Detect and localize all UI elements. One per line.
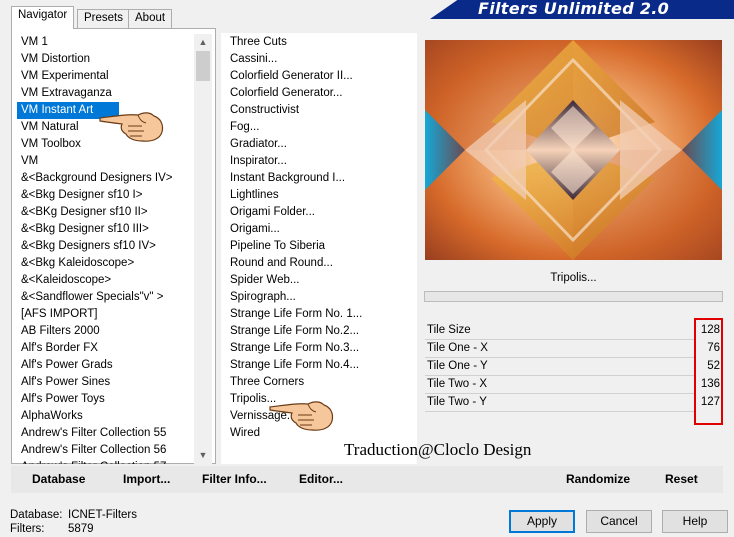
- filters-info: Filters: 5879: [10, 523, 94, 535]
- param-tile-two-x[interactable]: Tile Two - X 136: [423, 376, 723, 394]
- database-button[interactable]: Database: [32, 472, 85, 486]
- filter-item[interactable]: Spirograph...: [226, 289, 416, 306]
- apply-button[interactable]: Apply: [509, 510, 575, 533]
- category-item[interactable]: &<Bkg Designer sf10 III>: [17, 221, 193, 238]
- randomize-button[interactable]: Randomize: [566, 472, 630, 486]
- filter-item[interactable]: Three Corners: [226, 374, 416, 391]
- pointing-hand-icon: [269, 401, 334, 431]
- filters-count: 5879: [68, 523, 94, 535]
- category-item[interactable]: VM: [17, 153, 193, 170]
- filter-item[interactable]: Strange Life Form No. 1...: [226, 306, 416, 323]
- editor-button[interactable]: Editor...: [299, 472, 343, 486]
- param-label: Tile Two - Y: [427, 396, 487, 408]
- filter-item[interactable]: Lightlines: [226, 187, 416, 204]
- reset-button[interactable]: Reset: [665, 472, 698, 486]
- filter-item[interactable]: Three Cuts: [226, 34, 416, 51]
- category-item[interactable]: VM Distortion: [17, 51, 193, 68]
- category-item[interactable]: Alf's Border FX: [17, 340, 193, 357]
- database-label: Database:: [10, 509, 63, 521]
- filter-item[interactable]: Colorfield Generator II...: [226, 68, 416, 85]
- filter-item[interactable]: Origami Folder...: [226, 204, 416, 221]
- filter-info-button[interactable]: Filter Info...: [202, 472, 267, 486]
- category-item[interactable]: VM 1: [17, 34, 193, 51]
- category-item[interactable]: Andrew's Filter Collection 56: [17, 442, 193, 459]
- category-item[interactable]: AlphaWorks: [17, 408, 193, 425]
- filter-item[interactable]: Fog...: [226, 119, 416, 136]
- app-title: Filters Unlimited 2.0: [478, 0, 670, 18]
- filter-item[interactable]: Constructivist: [226, 102, 416, 119]
- filter-item[interactable]: Spider Web...: [226, 272, 416, 289]
- category-item[interactable]: VM Extravaganza: [17, 85, 193, 102]
- filter-preview: [425, 40, 722, 260]
- progress-bar: [424, 291, 723, 302]
- category-item[interactable]: AB Filters 2000: [17, 323, 193, 340]
- category-item[interactable]: Alf's Power Grads: [17, 357, 193, 374]
- param-tile-one-x[interactable]: Tile One - X 76: [423, 340, 723, 358]
- scroll-thumb[interactable]: [196, 51, 210, 81]
- filter-item[interactable]: Origami...: [226, 221, 416, 238]
- category-item[interactable]: VM Experimental: [17, 68, 193, 85]
- cancel-button[interactable]: Cancel: [586, 510, 652, 533]
- param-label: Tile Size: [427, 324, 471, 336]
- category-list[interactable]: VM 1 VM Distortion VM Experimental VM Extra…: [17, 34, 193, 464]
- tab-navigator[interactable]: Navigator: [11, 6, 75, 29]
- help-button[interactable]: Help: [662, 510, 728, 533]
- filter-item[interactable]: Strange Life Form No.2...: [226, 323, 416, 340]
- database-info: Database: ICNET-Filters: [10, 509, 137, 521]
- filter-item[interactable]: Gradiator...: [226, 136, 416, 153]
- param-tile-size[interactable]: Tile Size 128: [423, 322, 723, 340]
- database-value: ICNET-Filters: [68, 509, 137, 521]
- pointing-hand-icon: [99, 112, 164, 142]
- tab-about[interactable]: About: [128, 9, 173, 28]
- category-item[interactable]: &<Bkg Designer sf10 I>: [17, 187, 193, 204]
- category-item[interactable]: &<Bkg Kaleidoscope>: [17, 255, 193, 272]
- category-item[interactable]: Alf's Power Toys: [17, 391, 193, 408]
- current-filter-name: Tripolis...: [424, 267, 723, 289]
- filter-item[interactable]: Colorfield Generator...: [226, 85, 416, 102]
- category-item[interactable]: Andrew's Filter Collection 57: [17, 459, 193, 464]
- param-tile-two-y[interactable]: Tile Two - Y 127: [423, 394, 723, 412]
- category-item[interactable]: &<BKg Designer sf10 II>: [17, 204, 193, 221]
- filter-item[interactable]: Strange Life Form No.3...: [226, 340, 416, 357]
- param-label: Tile One - Y: [427, 360, 488, 372]
- filter-item[interactable]: Pipeline To Siberia: [226, 238, 416, 255]
- filter-item[interactable]: Round and Round...: [226, 255, 416, 272]
- credit-text: Traduction@Cloclo Design: [344, 440, 532, 459]
- param-label: Tile One - X: [427, 342, 488, 354]
- category-item[interactable]: &<Bkg Designers sf10 IV>: [17, 238, 193, 255]
- param-tile-one-y[interactable]: Tile One - Y 52: [423, 358, 723, 376]
- filter-item[interactable]: Cassini...: [226, 51, 416, 68]
- param-label: Tile Two - X: [427, 378, 488, 390]
- category-item[interactable]: [AFS IMPORT]: [17, 306, 193, 323]
- category-item[interactable]: &<Sandflower Specials"v" >: [17, 289, 193, 306]
- param-slider[interactable]: [425, 411, 695, 412]
- category-item[interactable]: Andrew's Filter Collection 55: [17, 425, 193, 442]
- filter-item[interactable]: Instant Background I...: [226, 170, 416, 187]
- tab-presets[interactable]: Presets: [77, 9, 130, 28]
- filters-label: Filters:: [10, 523, 45, 535]
- category-scrollbar[interactable]: ▲ ▼: [194, 34, 212, 464]
- value-highlight-box: [694, 318, 723, 425]
- scroll-up-icon[interactable]: ▲: [194, 34, 212, 51]
- category-item[interactable]: &<Background Designers IV>: [17, 170, 193, 187]
- category-item[interactable]: &<Kaleidoscope>: [17, 272, 193, 289]
- filter-item[interactable]: Inspirator...: [226, 153, 416, 170]
- category-item[interactable]: Alf's Power Sines: [17, 374, 193, 391]
- filter-item[interactable]: Strange Life Form No.4...: [226, 357, 416, 374]
- scroll-down-icon[interactable]: ▼: [194, 447, 212, 464]
- import-button[interactable]: Import...: [123, 472, 170, 486]
